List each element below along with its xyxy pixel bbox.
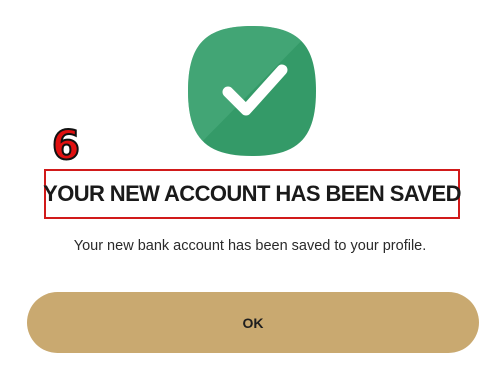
title-highlight-box: YOUR NEW ACCOUNT HAS BEEN SAVED — [43, 169, 461, 219]
dialog-title: YOUR NEW ACCOUNT HAS BEEN SAVED — [43, 181, 461, 206]
ok-button[interactable]: OK — [27, 292, 479, 353]
checkmark-icon — [186, 24, 318, 158]
ok-button-label: OK — [242, 314, 264, 331]
dialog-message: Your new bank account has been saved to … — [73, 238, 427, 254]
dialog-page: 6 YOUR NEW ACCOUNT HAS BEEN SAVED Your n… — [0, 0, 500, 369]
step-number-badge: 6 — [51, 123, 81, 169]
